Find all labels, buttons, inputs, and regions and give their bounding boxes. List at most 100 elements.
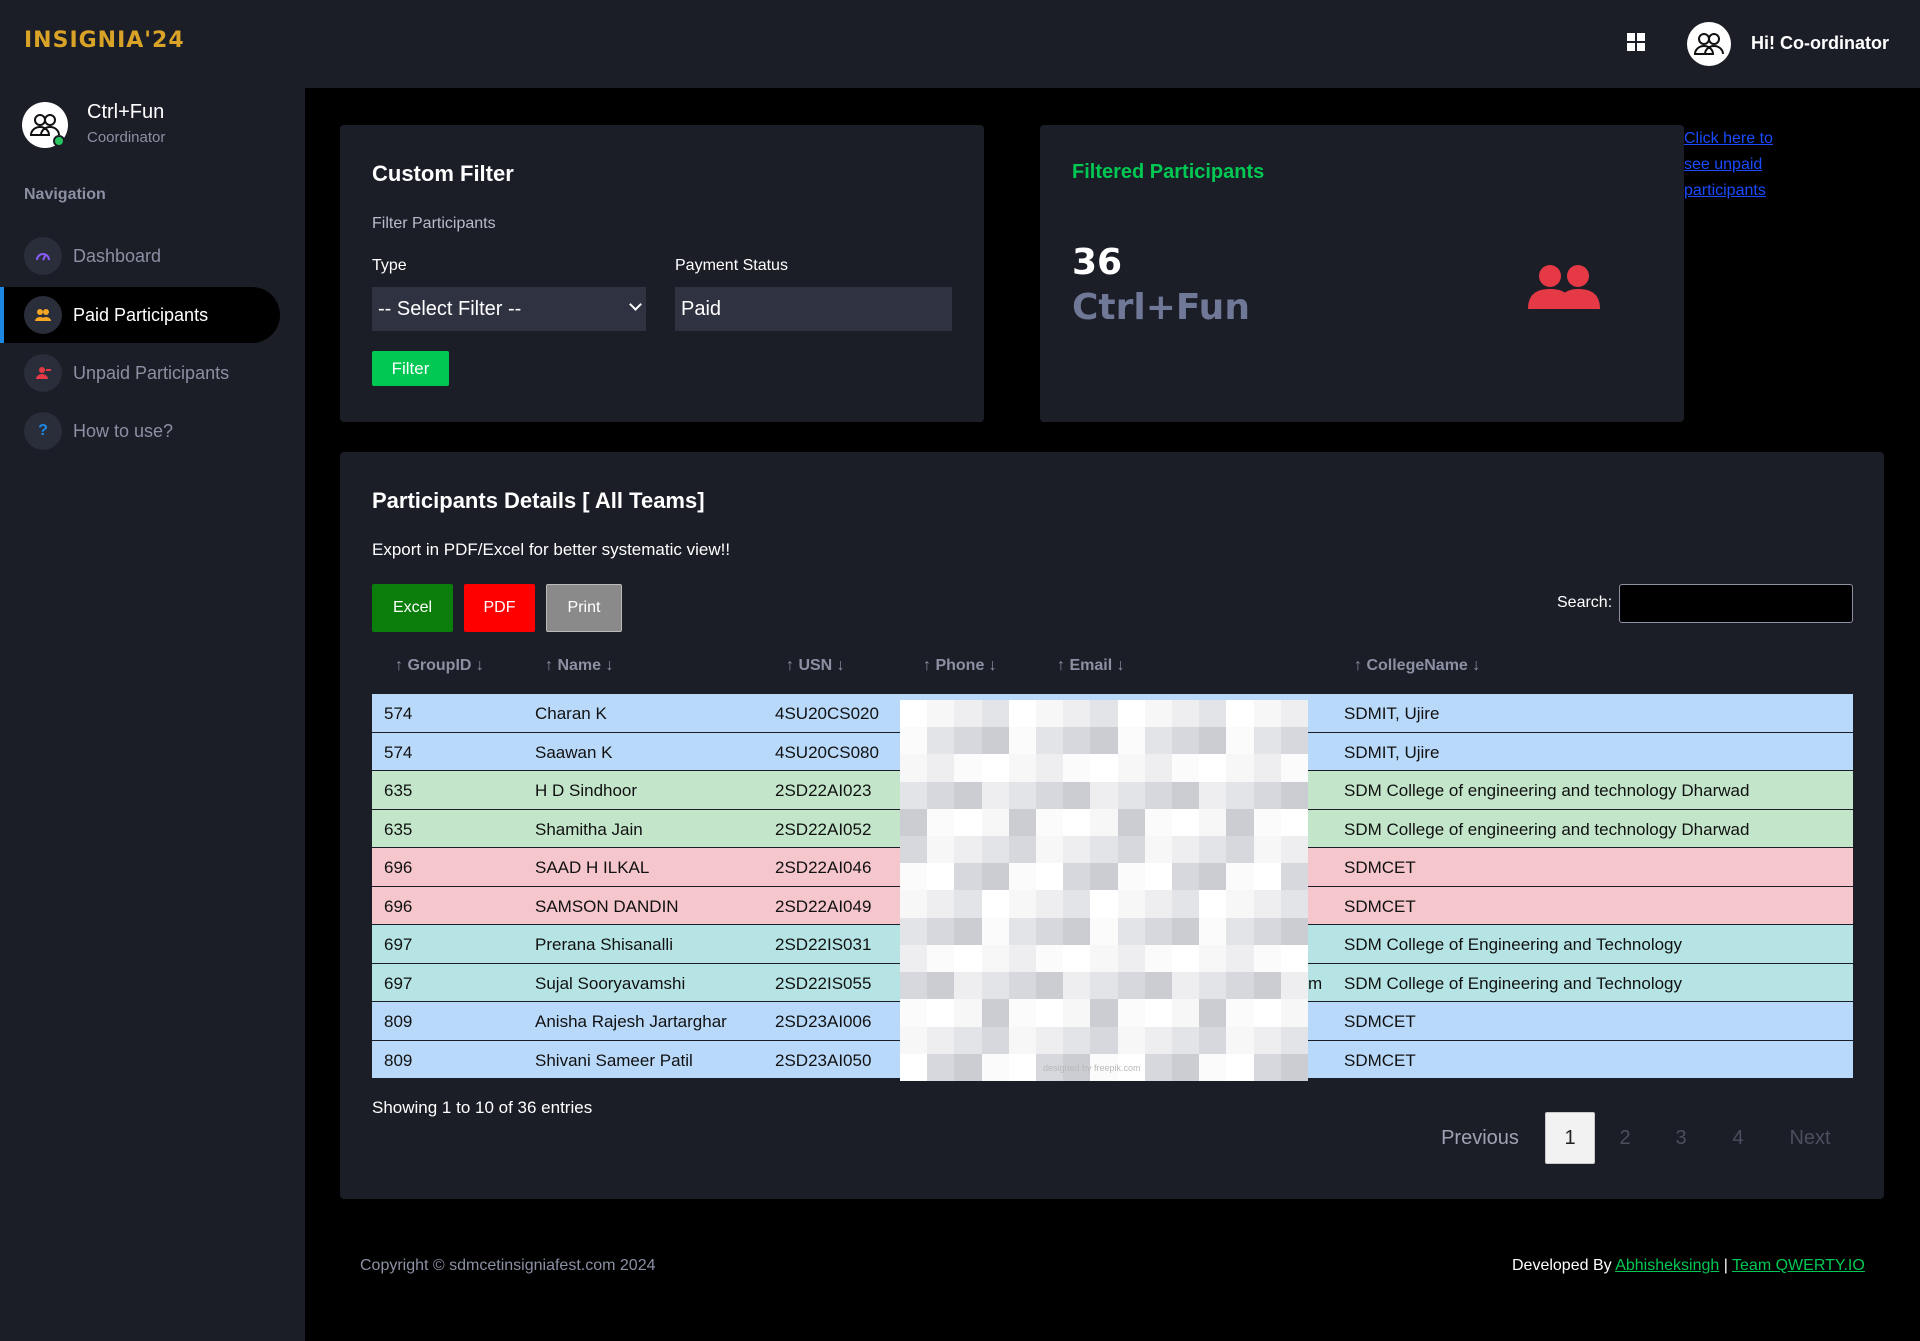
mosaic-tile [1253, 700, 1281, 728]
pagination-page-4[interactable]: 4 [1716, 1112, 1760, 1164]
cell-usn: 2SD22AI046 [775, 858, 872, 877]
type-select-value: -- Select Filter -- [378, 297, 522, 320]
mosaic-tile [1253, 917, 1281, 945]
mosaic-tile [1063, 999, 1091, 1027]
mosaic-tile [1063, 781, 1091, 809]
column-header-email[interactable]: ↑ Email ↓ [1057, 657, 1125, 675]
users-outline-icon [1693, 33, 1724, 55]
mosaic-tile [1253, 944, 1281, 973]
mosaic-tile [1199, 944, 1227, 973]
export-note: Export in PDF/Excel for better systemati… [372, 540, 731, 559]
pdf-button[interactable]: PDF [464, 584, 535, 632]
pagination-next[interactable]: Next [1775, 1112, 1845, 1164]
mosaic-tile [1172, 999, 1200, 1027]
mosaic-tile [1008, 917, 1036, 945]
column-header-usn[interactable]: ↑ USN ↓ [786, 657, 845, 675]
mosaic-tile [1036, 1026, 1064, 1054]
mosaic-tile [1090, 972, 1118, 1000]
mosaic-tile [1280, 890, 1308, 918]
mosaic-tile [927, 727, 955, 755]
cell-college: SDMIT, Ujire [1344, 742, 1440, 762]
type-select[interactable]: -- Select Filter -- [372, 287, 646, 331]
mosaic-tile [1090, 1026, 1118, 1054]
mosaic-tile [1008, 754, 1036, 782]
cell-group: 697 [384, 973, 413, 993]
developer-link[interactable]: Abhisheksingh [1615, 1257, 1719, 1274]
mosaic-tile [1036, 890, 1064, 918]
column-header-phone[interactable]: ↑ Phone ↓ [923, 657, 997, 675]
column-label: Phone [935, 657, 985, 674]
mosaic-tile [1063, 808, 1091, 837]
mosaic-tile [1280, 836, 1308, 864]
mosaic-tile [1063, 972, 1091, 1000]
mosaic-tile [1199, 972, 1227, 1000]
mosaic-tile [1008, 836, 1036, 864]
filter-button[interactable]: Filter [372, 351, 449, 386]
sidebar-item-paid-participants[interactable]: Paid Participants [0, 287, 280, 343]
mosaic-tile [1199, 1026, 1227, 1054]
search-input[interactable] [1619, 584, 1853, 623]
sidebar-item-label: Unpaid Participants [73, 362, 230, 383]
print-button[interactable]: Print [546, 584, 622, 632]
unpaid-participants-link[interactable]: Click here to see unpaid participants [1684, 126, 1794, 204]
sidebar-item-unpaid-participants[interactable]: Unpaid Participants [0, 345, 280, 401]
pagination-page-3[interactable]: 3 [1659, 1112, 1703, 1164]
avatar[interactable] [1687, 22, 1731, 66]
mosaic-tile [981, 754, 1009, 782]
sidebar-item-dashboard[interactable]: Dashboard [0, 228, 280, 284]
mosaic-tile [1199, 863, 1227, 891]
mosaic-tile [900, 944, 928, 973]
apps-grid-icon[interactable] [1627, 33, 1645, 51]
mosaic-tile [927, 808, 955, 837]
mosaic-tile [1226, 1026, 1254, 1054]
mosaic-tile [981, 700, 1009, 728]
mosaic-tile [1117, 781, 1145, 809]
mosaic-tile [1144, 972, 1172, 1000]
cell-usn: 2SD22IS031 [775, 935, 872, 954]
mosaic-tile [1117, 863, 1145, 891]
sidebar-item-label: Paid Participants [73, 304, 209, 325]
column-header-name[interactable]: ↑ Name ↓ [545, 657, 613, 675]
mosaic-tile [1253, 863, 1281, 891]
mosaic-tile [1226, 700, 1254, 728]
mosaic-tile [1226, 863, 1254, 891]
cell-group: 635 [384, 819, 413, 839]
mosaic-tile [954, 917, 982, 945]
mosaic-tile [900, 727, 928, 755]
redaction-caption: designed by freepik.com [1043, 1063, 1141, 1073]
excel-button[interactable]: Excel [372, 584, 453, 632]
mosaic-tile [1172, 808, 1200, 837]
mosaic-tile [954, 1026, 982, 1054]
mosaic-tile [954, 863, 982, 891]
mosaic-tile [1090, 836, 1118, 864]
cell-name: SAMSON DANDIN [535, 896, 679, 916]
column-header-groupid[interactable]: ↑ GroupID ↓ [395, 657, 484, 675]
mosaic-tile [1199, 754, 1227, 782]
mosaic-tile [1199, 700, 1227, 728]
mosaic-tile [1226, 754, 1254, 782]
pagination-page-1[interactable]: 1 [1545, 1112, 1595, 1164]
cell-group: 696 [384, 858, 413, 877]
column-label: Email [1069, 657, 1113, 674]
pagination-page-2[interactable]: 2 [1603, 1112, 1647, 1164]
mosaic-tile [954, 999, 982, 1027]
brand-logo[interactable]: INSIGNIA'24 [24, 28, 185, 53]
cell-name: Charan K [535, 704, 607, 723]
team-link[interactable]: Team QWERTY.IO [1732, 1257, 1865, 1274]
mosaic-tile [981, 890, 1009, 918]
mosaic-tile [1253, 1026, 1281, 1054]
cell-name: Anisha Rajesh Jartarghar [535, 1012, 727, 1031]
mosaic-tile [1117, 754, 1145, 782]
user-greeting[interactable]: Hi! Co-ordinator [1751, 33, 1889, 54]
mosaic-tile [927, 1026, 955, 1054]
mosaic-tile [1280, 972, 1308, 1000]
sidebar-item-how-to-use[interactable]: ? How to use? [0, 403, 280, 459]
pagination-previous[interactable]: Previous [1430, 1112, 1530, 1164]
column-header-collegename[interactable]: ↑ CollegeName ↓ [1354, 657, 1480, 675]
payment-status-field[interactable]: Paid [675, 287, 952, 331]
mosaic-tile [900, 808, 928, 837]
mosaic-tile [1199, 781, 1227, 809]
column-label: CollegeName [1366, 657, 1468, 674]
mosaic-tile [900, 700, 928, 728]
mosaic-tile [900, 1026, 928, 1054]
